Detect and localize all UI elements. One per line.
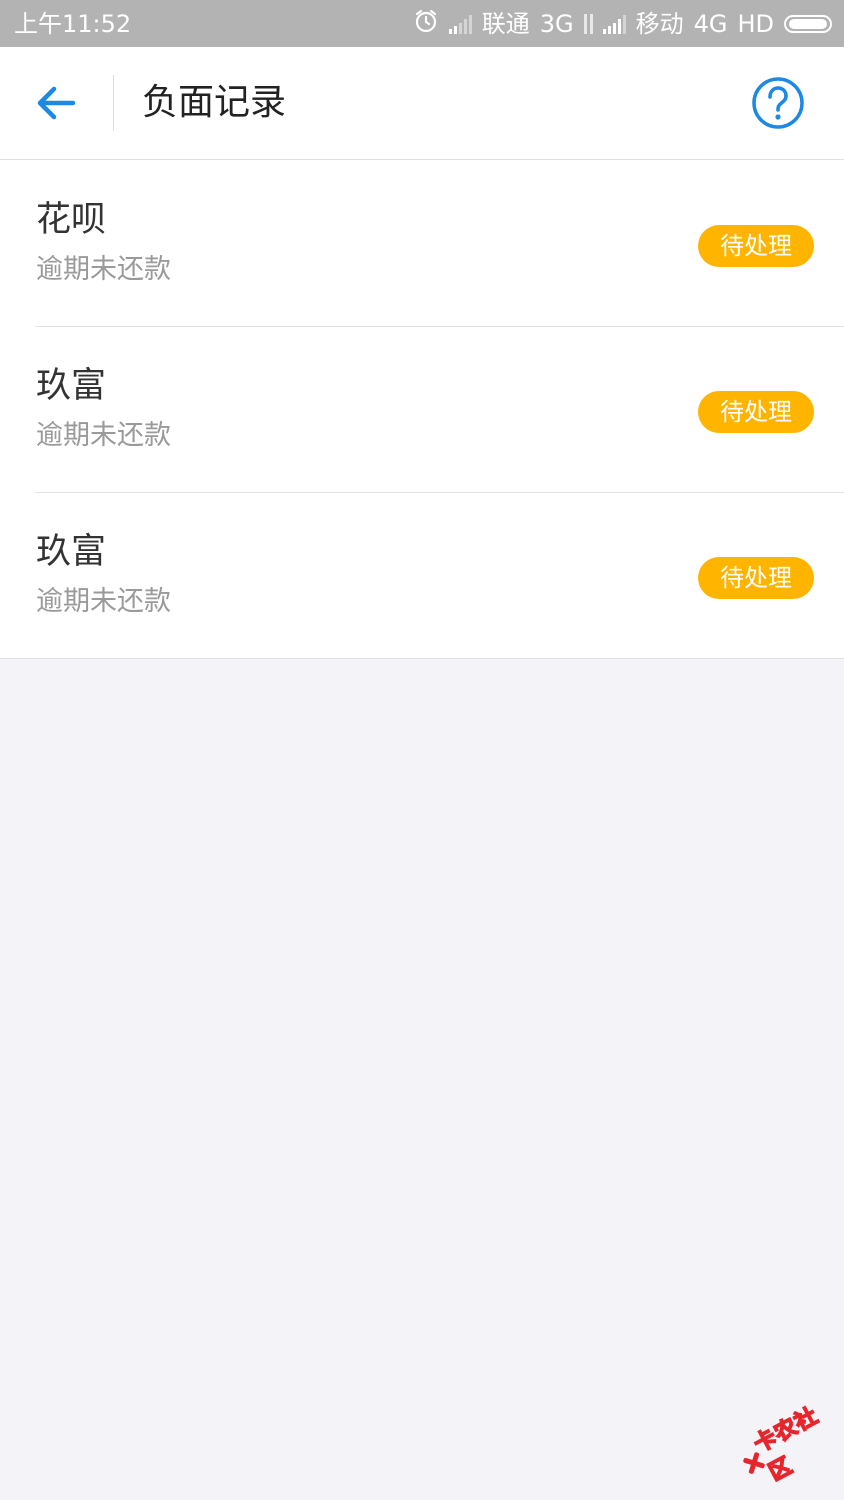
back-button[interactable] (30, 77, 82, 129)
record-name: 花呗 (36, 200, 107, 240)
status-bar: 上午11:52 联通 3G 移动 4G HD (0, 0, 844, 47)
network1-label: 3G (539, 10, 574, 38)
record-list: 花呗 逾期未还款 待处理 玖富 逾期未还款 待处理 玖富 逾期未还款 待处理 (0, 160, 844, 659)
record-name: 玖富 (36, 532, 107, 572)
status-badge[interactable]: 待处理 (698, 391, 814, 433)
battery-icon (784, 15, 832, 33)
title-divider (113, 75, 114, 131)
app-bar: 负面记录 (0, 47, 844, 160)
arrow-left-icon (37, 86, 76, 120)
list-item[interactable]: 花呗 逾期未还款 待处理 (0, 160, 844, 326)
hd-label: HD (737, 10, 774, 38)
record-name: 玖富 (36, 366, 107, 406)
help-button[interactable] (750, 75, 806, 131)
network2-label: 4G (693, 10, 728, 38)
alarm-clock-icon (413, 8, 439, 40)
list-item[interactable]: 玖富 逾期未还款 待处理 (0, 492, 844, 658)
status-badge[interactable]: 待处理 (698, 557, 814, 599)
record-description: 逾期未还款 (36, 254, 171, 285)
watermark-text: 卡农社区 (749, 1403, 823, 1487)
carrier2-label: 移动 (635, 10, 684, 38)
carrier1-label: 联通 (481, 10, 530, 38)
list-item[interactable]: 玖富 逾期未还款 待处理 (0, 326, 844, 492)
status-time: 上午11:52 (14, 10, 132, 38)
signal-icon (602, 14, 626, 34)
status-badge[interactable]: 待处理 (698, 225, 814, 267)
record-description: 逾期未还款 (36, 420, 171, 451)
record-description: 逾期未还款 (36, 586, 171, 617)
data-arrows-icon (583, 14, 593, 34)
page-title: 负面记录 (142, 82, 287, 123)
signal-icon (448, 14, 472, 34)
question-circle-icon (752, 77, 804, 129)
status-indicators: 联通 3G 移动 4G HD (413, 8, 832, 40)
watermark: 卡农社区 (728, 1392, 844, 1497)
